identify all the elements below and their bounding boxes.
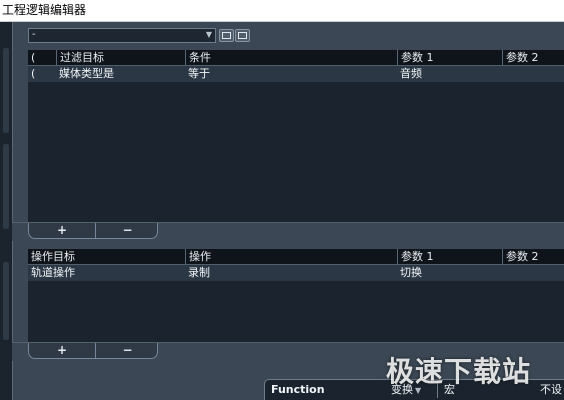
col-header-condition: 条件	[185, 50, 397, 65]
action-add-remove-group: + −	[28, 343, 158, 359]
table-row[interactable]: 轨道操作 录制 切换	[28, 265, 564, 281]
chevron-down-icon: ▼	[205, 30, 212, 39]
preset-dropdown[interactable]: - ▼	[28, 28, 216, 43]
rail-slot	[3, 262, 9, 340]
store-preset-button[interactable]	[219, 29, 234, 42]
cell-param1[interactable]: 音频	[397, 66, 502, 82]
extra-label: 不设	[540, 383, 562, 396]
window-title: 工程逻辑编辑器	[0, 0, 564, 22]
col-header-param1: 参数 1	[397, 50, 502, 65]
add-action-button[interactable]: +	[29, 343, 95, 358]
preset-value: -	[32, 29, 36, 40]
filter-table-header: ( 过滤目标 条件 参数 1 参数 2	[28, 50, 564, 66]
remove-preset-button[interactable]	[235, 29, 250, 42]
cell-param2[interactable]	[502, 66, 564, 82]
filter-table: ( 过滤目标 条件 参数 1 参数 2 ( 媒体类型是 等于 音频	[28, 50, 564, 222]
remove-action-button[interactable]: −	[96, 343, 159, 358]
cell-paren[interactable]: (	[28, 66, 56, 82]
add-filter-button[interactable]: +	[29, 223, 95, 238]
watermark: 极速下载站	[386, 355, 532, 388]
rail-slot	[3, 48, 9, 133]
action-table-header: 操作目标 操作 参数 1 参数 2	[28, 249, 564, 265]
left-rail	[0, 22, 12, 400]
cell-param1[interactable]: 切换	[397, 265, 502, 281]
col-header-operation: 操作	[185, 249, 397, 264]
col-header-action-target: 操作目标	[31, 250, 75, 263]
rail-slot	[3, 144, 9, 229]
col-header-paren: (	[31, 51, 36, 64]
table-row[interactable]: ( 媒体类型是 等于 音频	[28, 66, 564, 82]
delete-icon	[238, 32, 247, 39]
cell-condition[interactable]: 等于	[185, 66, 397, 82]
save-icon	[222, 32, 231, 39]
cell-operation[interactable]: 录制	[185, 265, 397, 281]
cell-action-target[interactable]: 轨道操作	[28, 265, 185, 281]
action-table: 操作目标 操作 参数 1 参数 2 轨道操作 录制 切换	[28, 249, 564, 342]
filter-button-bar: + −	[12, 222, 564, 241]
remove-filter-button[interactable]: −	[96, 223, 159, 238]
extra-dropdown[interactable]: 不设	[540, 381, 562, 398]
col-header-param1: 参数 1	[397, 249, 502, 264]
cell-param2[interactable]	[502, 265, 564, 281]
col-header-param2: 参数 2	[502, 50, 564, 65]
function-label: Function	[271, 383, 325, 396]
col-header-param2: 参数 2	[502, 249, 564, 264]
filter-add-remove-group: + −	[28, 223, 158, 239]
